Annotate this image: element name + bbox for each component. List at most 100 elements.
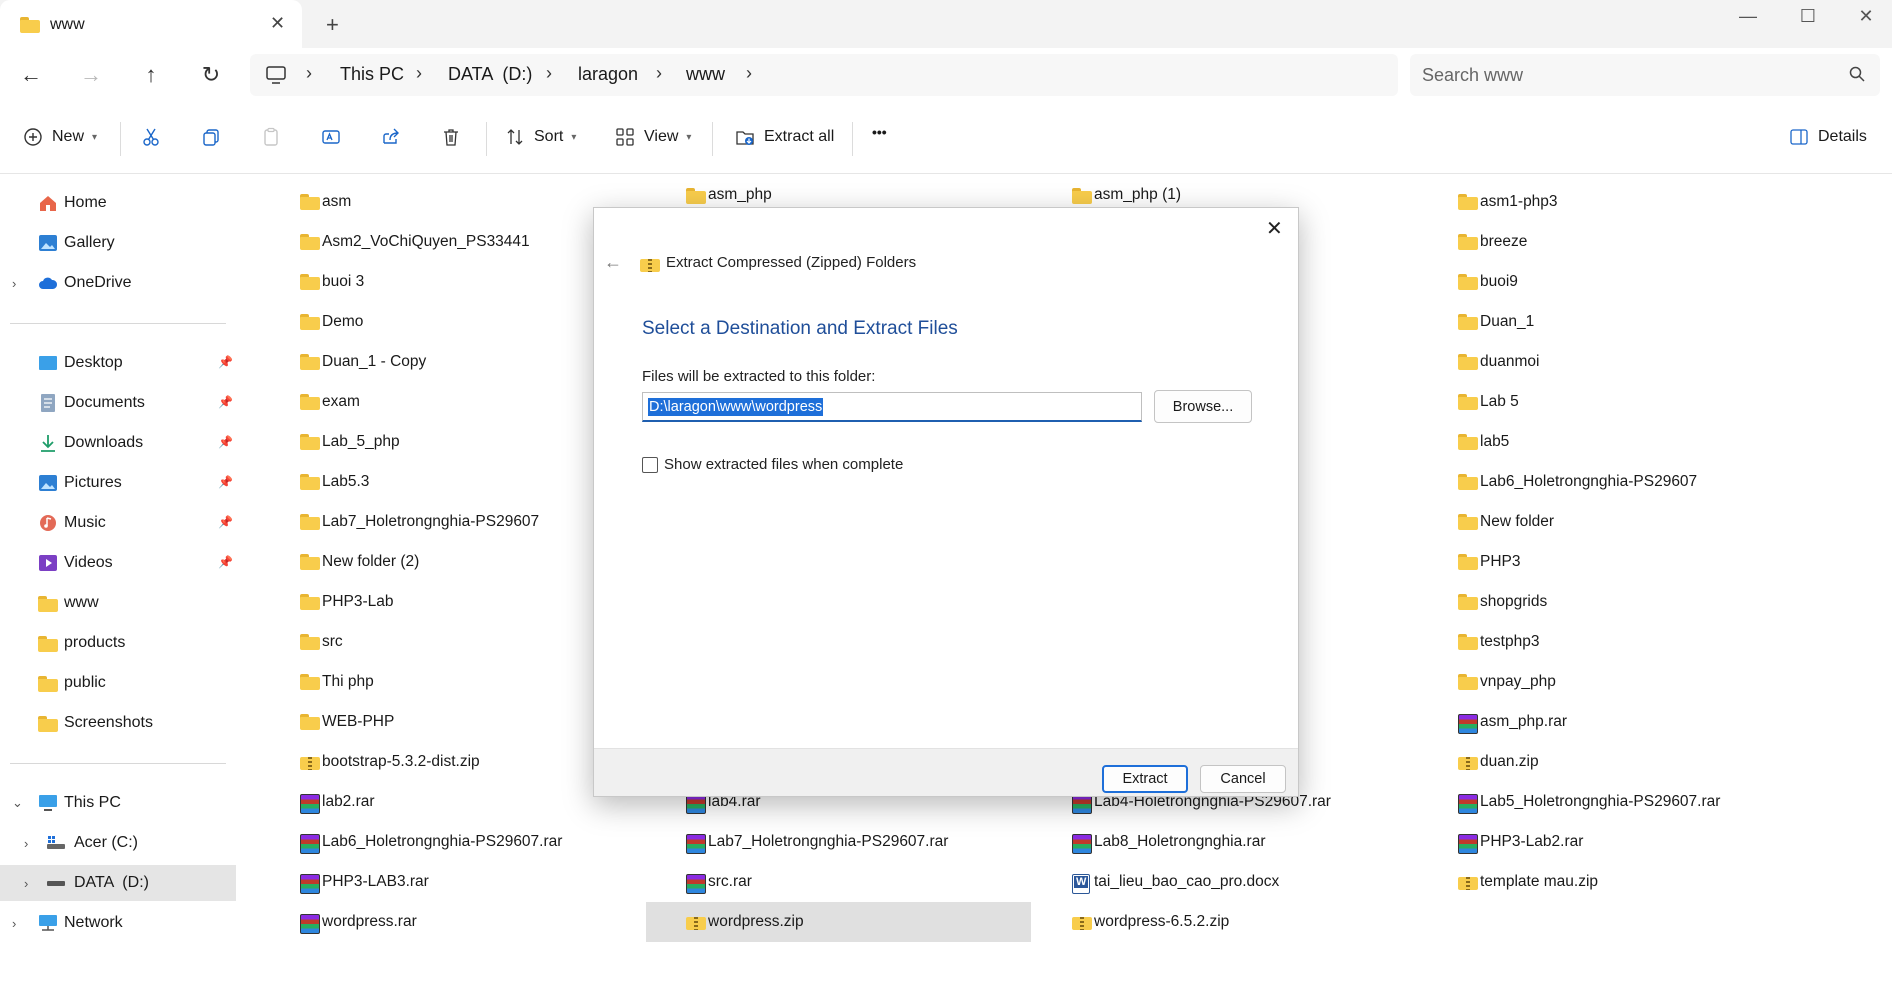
sidebar-item-data-d[interactable]: › DATA (D:) <box>0 865 236 901</box>
new-tab-button[interactable]: + <box>326 12 339 38</box>
sidebar-item-www[interactable]: www <box>0 585 236 621</box>
file-item[interactable]: Lab8_Holetrongnghia.rar <box>1056 824 1436 860</box>
file-item-selected[interactable]: wordpress.zip <box>646 902 1031 942</box>
address-bar[interactable]: › This PC › DATA (D:) › laragon › www › <box>250 54 1398 96</box>
tab-www[interactable]: www ✕ <box>0 0 302 48</box>
breadcrumb-data-d[interactable]: DATA (D:) <box>448 64 532 85</box>
view-label: View <box>644 128 679 145</box>
file-item[interactable]: Lab 5 <box>1442 384 1862 420</box>
browse-button[interactable]: Browse... <box>1154 390 1252 423</box>
file-item[interactable]: template mau.zip <box>1442 864 1862 900</box>
checkbox-box[interactable] <box>642 456 658 473</box>
file-item[interactable]: src.rar <box>670 864 1030 900</box>
sidebar-item-music[interactable]: Music 📌 <box>0 505 236 541</box>
sidebar-item-desktop[interactable]: Desktop 📌 <box>0 345 236 381</box>
cut-button[interactable] <box>140 126 162 148</box>
sidebar-item-screenshots[interactable]: Screenshots <box>0 705 236 741</box>
file-item[interactable]: breeze <box>1442 224 1862 260</box>
close-window-button[interactable]: ✕ <box>1846 6 1886 27</box>
breadcrumb-laragon[interactable]: laragon <box>578 64 638 85</box>
file-item[interactable]: buoi9 <box>1442 264 1862 300</box>
extract-button[interactable]: Extract <box>1102 765 1188 793</box>
file-item[interactable]: Lab7_Holetrongnghia-PS29607.rar <box>670 824 1030 860</box>
file-item[interactable]: PHP3-LAB3.rar <box>284 864 664 900</box>
file-item[interactable]: duan.zip <box>1442 744 1862 780</box>
chevron-right-icon[interactable]: › <box>12 916 16 931</box>
maximize-button[interactable]: ☐ <box>1788 6 1828 27</box>
sidebar-item-pictures[interactable]: Pictures 📌 <box>0 465 236 501</box>
sidebar-item-videos[interactable]: Videos 📌 <box>0 545 236 581</box>
extract-dialog: ✕ ← Extract Compressed (Zipped) Folders … <box>593 207 1299 797</box>
file-item[interactable]: asm_php (1) <box>1056 184 1416 208</box>
dialog-back-button[interactable]: ← <box>604 252 622 273</box>
sidebar-item-label: OneDrive <box>64 274 132 291</box>
dialog-close-button[interactable]: ✕ <box>1266 216 1283 241</box>
sidebar-item-products[interactable]: products <box>0 625 236 661</box>
sidebar-item-documents[interactable]: Documents 📌 <box>0 385 236 421</box>
sidebar-item-network[interactable]: › Network <box>0 905 236 941</box>
copy-button[interactable] <box>200 126 222 148</box>
sidebar-item-downloads[interactable]: Downloads 📌 <box>0 425 236 461</box>
file-item[interactable]: asm1-php3 <box>1442 184 1862 220</box>
file-item[interactable]: asm_php <box>670 184 1030 208</box>
file-item[interactable]: PHP3-Lab2.rar <box>1442 824 1862 860</box>
pin-icon[interactable]: 📌 <box>218 435 233 449</box>
chevron-right-icon[interactable]: › <box>24 876 28 891</box>
file-item[interactable]: lab5 <box>1442 424 1862 460</box>
sidebar-item-gallery[interactable]: Gallery <box>0 225 236 261</box>
back-button[interactable]: ← <box>16 62 46 88</box>
sidebar-item-home[interactable]: Home <box>0 185 236 221</box>
breadcrumb-this-pc[interactable]: This PC <box>340 64 404 85</box>
file-name: breeze <box>1480 233 1528 250</box>
folder-icon <box>300 554 320 570</box>
show-extracted-files-checkbox[interactable]: Show extracted files when complete <box>642 456 903 473</box>
download-icon <box>41 435 55 452</box>
file-item[interactable]: PHP3 <box>1442 544 1862 580</box>
new-button[interactable]: New ▾ <box>22 126 97 148</box>
pin-icon[interactable]: 📌 <box>218 395 233 409</box>
file-item[interactable]: Lab6_Holetrongnghia-PS29607.rar <box>284 824 664 860</box>
view-button[interactable]: View ▾ <box>614 126 691 148</box>
cancel-button[interactable]: Cancel <box>1200 765 1286 793</box>
file-item[interactable]: wordpress.rar <box>284 904 664 940</box>
breadcrumb-www[interactable]: www <box>686 64 725 85</box>
file-item[interactable]: Lab5_Holetrongnghia-PS29607.rar <box>1442 784 1862 820</box>
sidebar-item-onedrive[interactable]: › OneDrive <box>0 265 236 301</box>
destination-path-input[interactable]: D:\laragon\www\wordpress <box>642 392 1142 422</box>
file-item[interactable]: testphp3 <box>1442 624 1862 660</box>
file-item[interactable]: shopgrids <box>1442 584 1862 620</box>
refresh-button[interactable]: ↻ <box>196 62 226 88</box>
file-item[interactable]: New folder <box>1442 504 1862 540</box>
file-item[interactable]: duanmoi <box>1442 344 1862 380</box>
chevron-right-icon[interactable]: › <box>12 276 16 291</box>
sidebar-item-public[interactable]: public <box>0 665 236 701</box>
sidebar-item-acer-c[interactable]: › Acer (C:) <box>0 825 236 861</box>
pin-icon[interactable]: 📌 <box>218 555 233 569</box>
pin-icon[interactable]: 📌 <box>218 355 233 369</box>
up-button[interactable]: ↑ <box>136 62 166 88</box>
rename-button[interactable] <box>320 126 342 148</box>
minimize-button[interactable]: — <box>1728 6 1768 27</box>
delete-button[interactable] <box>440 126 462 148</box>
paste-button[interactable] <box>260 126 282 148</box>
sort-button[interactable]: Sort ▾ <box>504 126 576 148</box>
file-item[interactable]: tai_lieu_bao_cao_pro.docx <box>1056 864 1436 900</box>
search-input[interactable] <box>1422 62 1822 88</box>
file-item[interactable]: asm_php.rar <box>1442 704 1862 740</box>
file-item[interactable]: Duan_1 <box>1442 304 1862 340</box>
share-button[interactable] <box>380 126 402 148</box>
tab-close-icon[interactable]: ✕ <box>270 13 285 34</box>
chevron-right-icon[interactable]: › <box>24 836 28 851</box>
chevron-down-icon[interactable]: ⌄ <box>12 795 23 811</box>
pin-icon[interactable]: 📌 <box>218 515 233 529</box>
sidebar-item-this-pc[interactable]: ⌄ This PC <box>0 785 236 821</box>
search-box[interactable] <box>1410 54 1880 96</box>
forward-button[interactable]: → <box>76 62 106 88</box>
file-item[interactable]: vnpay_php <box>1442 664 1862 700</box>
file-item[interactable]: wordpress-6.5.2.zip <box>1056 904 1436 940</box>
pin-icon[interactable]: 📌 <box>218 475 233 489</box>
file-item[interactable]: Lab6_Holetrongnghia-PS29607 <box>1442 464 1862 500</box>
details-button[interactable]: Details <box>1788 126 1867 148</box>
extract-all-button[interactable]: Extract all <box>734 126 834 148</box>
more-options-button[interactable]: ••• <box>872 124 887 140</box>
